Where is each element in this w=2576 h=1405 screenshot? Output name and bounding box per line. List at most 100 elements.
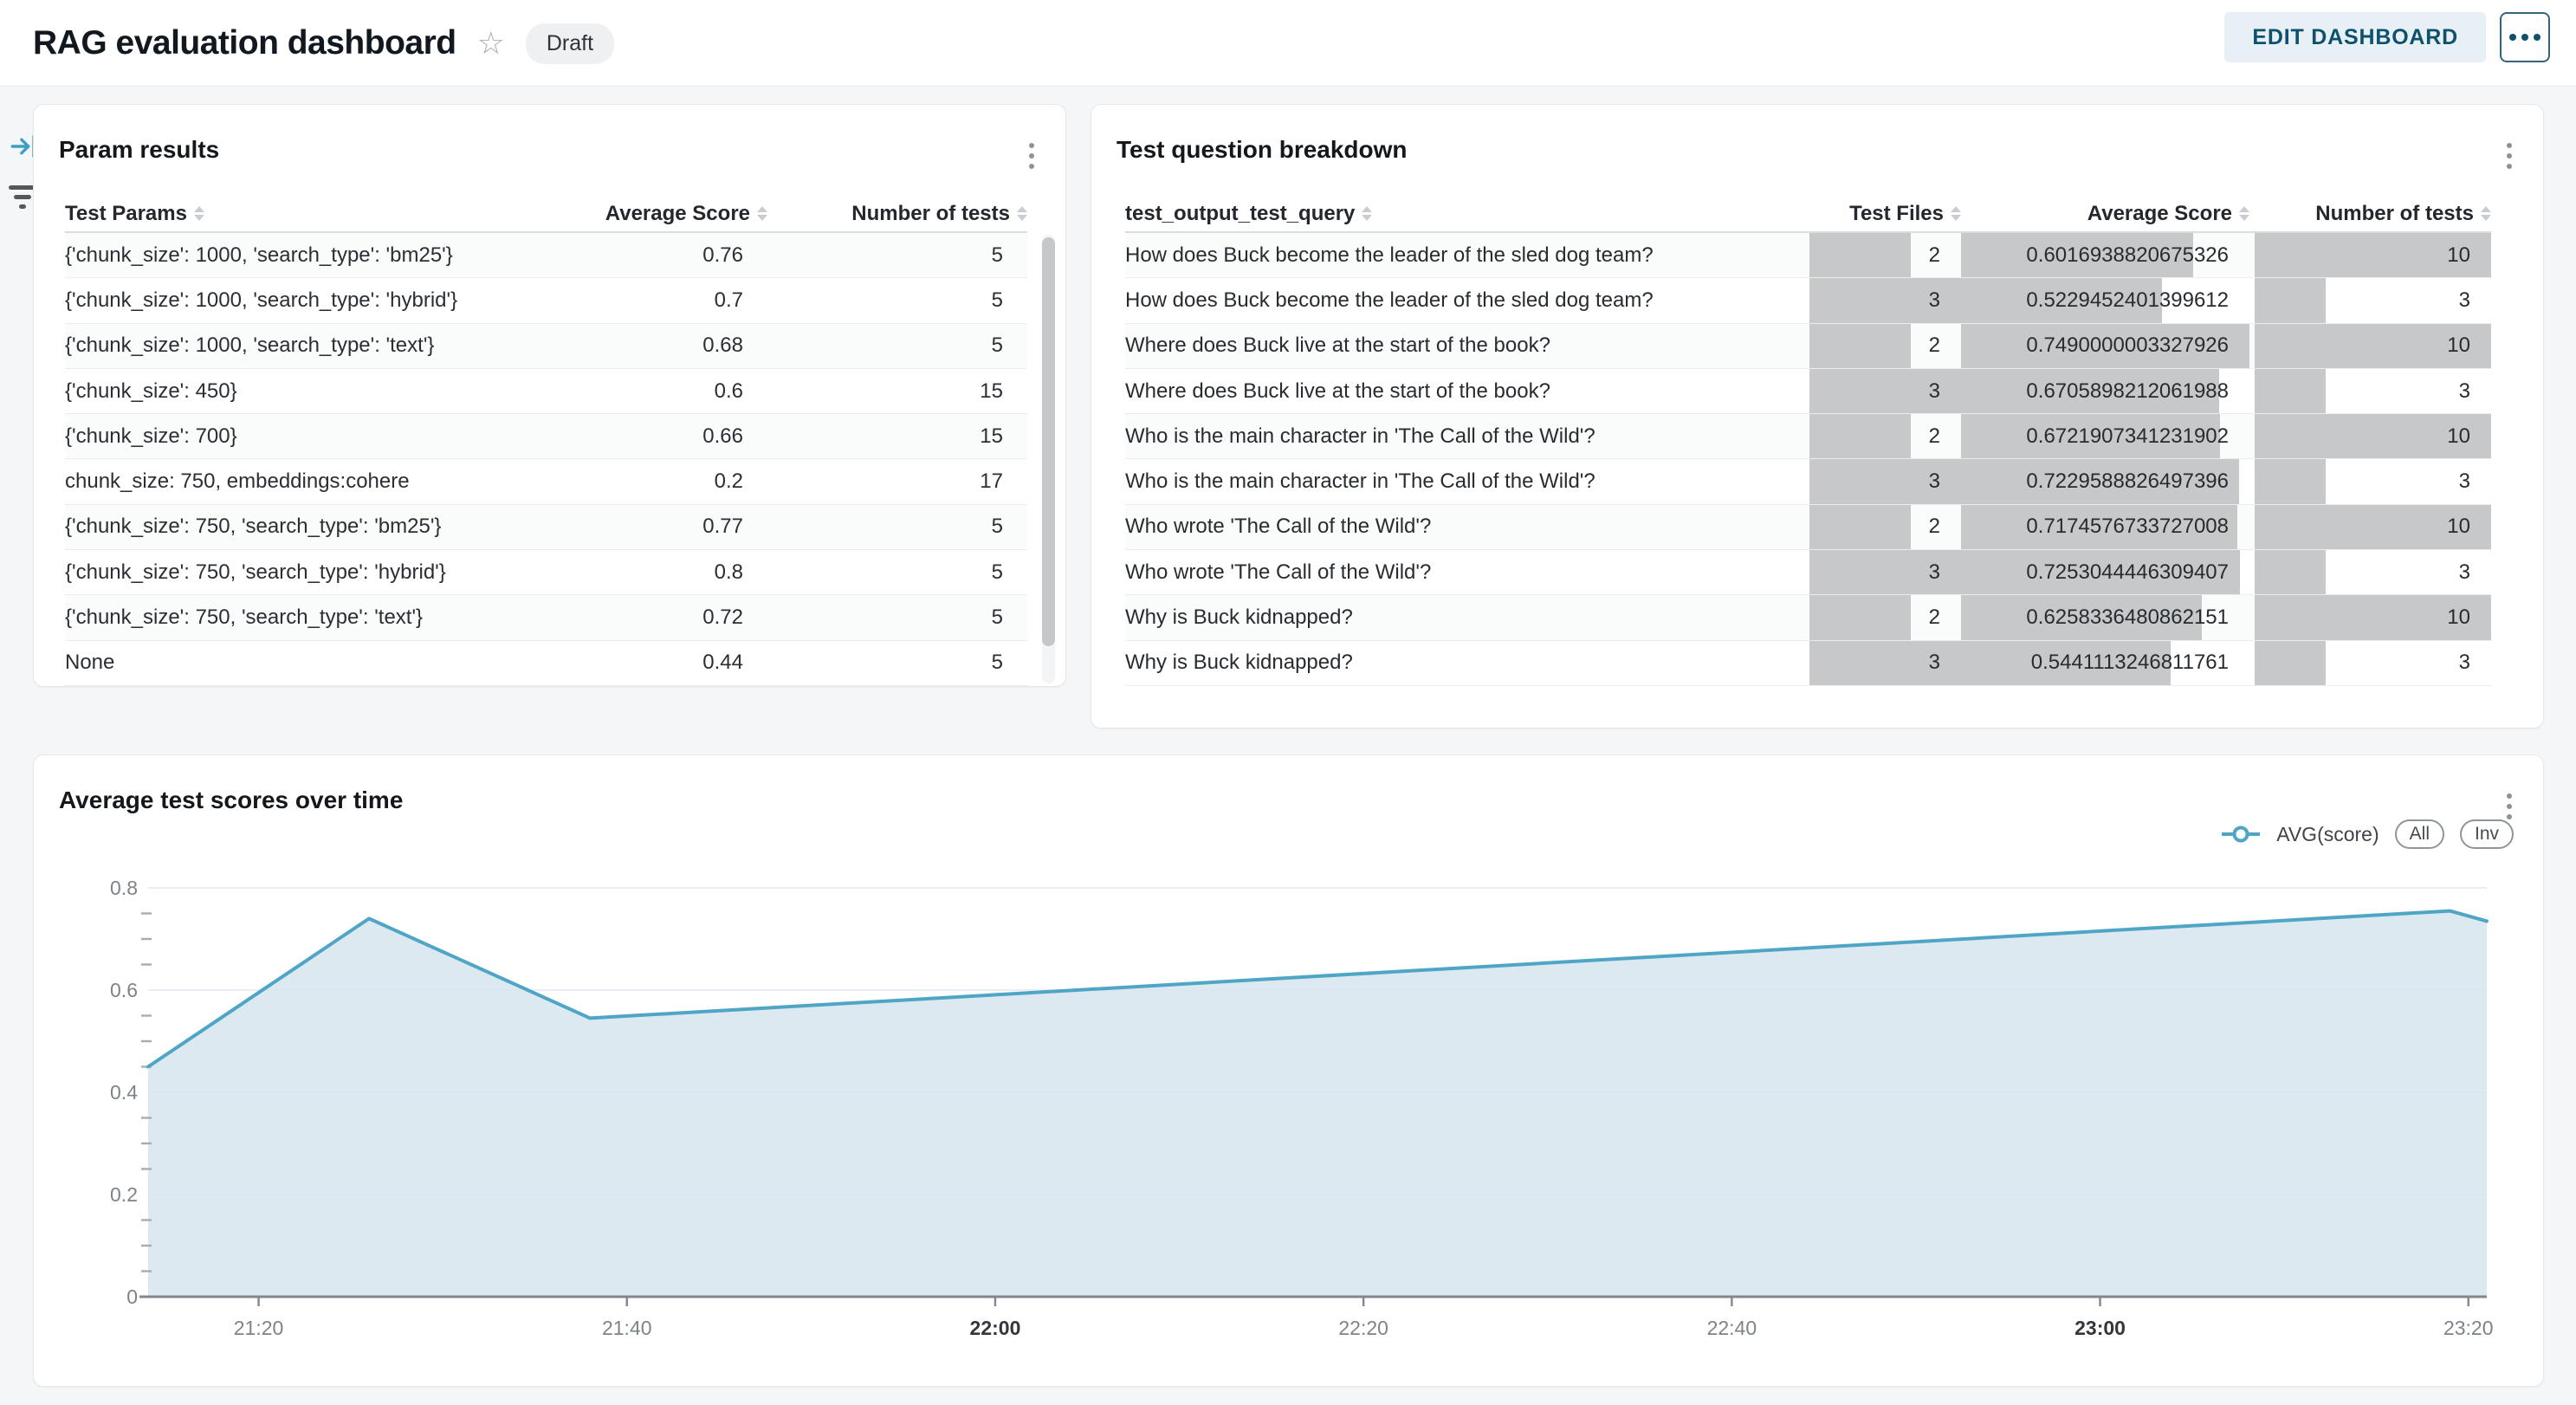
cell-bar	[1809, 233, 1911, 277]
sort-icon[interactable]	[1017, 206, 1027, 221]
cell-value: 0.7229588826497396	[2026, 469, 2229, 494]
cell-value: 10	[2447, 243, 2470, 268]
chart-legend: AVG(score) All Inv	[2221, 819, 2514, 849]
kebab-menu-icon[interactable]	[2503, 139, 2515, 172]
cell-value: 2	[1929, 243, 1940, 268]
legend-inv-button[interactable]: Inv	[2460, 819, 2514, 849]
cell-test-query: How does Buck become the leader of the s…	[1125, 233, 1809, 277]
cell-average-score: 0.6	[525, 379, 767, 404]
cell-value: 0.7490000003327926	[2026, 333, 2229, 358]
cell-number-of-tests: 3	[2249, 459, 2491, 503]
sort-icon[interactable]	[1362, 206, 1372, 221]
cell-value: 3	[1929, 469, 1940, 494]
sort-icon[interactable]	[2239, 206, 2249, 221]
sort-icon[interactable]	[757, 206, 767, 221]
table-row: Who wrote 'The Call of the Wild'?20.7174…	[1125, 505, 2491, 550]
cell-test-query: Why is Buck kidnapped?	[1125, 641, 1809, 685]
cell-average-score: 0.6705898212061988	[1961, 369, 2249, 413]
cell-test-query: Where does Buck live at the start of the…	[1125, 369, 1809, 413]
card-title: Test question breakdown	[1116, 136, 1408, 164]
card-title: Average test scores over time	[59, 787, 403, 814]
cell-test-files: 2	[1809, 595, 1961, 639]
line-chart[interactable]: 00.20.40.60.821:2021:4022:0022:2022:4023…	[34, 855, 2545, 1370]
cell-value: 3	[2459, 288, 2470, 313]
ellipsis-dot	[2521, 34, 2528, 41]
column-header-average-score[interactable]: Average Score	[525, 202, 767, 226]
cell-value: 2	[1929, 605, 1940, 630]
more-options-button[interactable]	[2500, 12, 2550, 62]
avg-scores-chart-card: Average test scores over time AVG(score)…	[33, 754, 2544, 1387]
y-axis-label: 0.6	[110, 979, 138, 1001]
kebab-menu-icon[interactable]	[2503, 790, 2515, 823]
legend-all-button[interactable]: All	[2395, 819, 2444, 849]
column-label: Test Files	[1849, 202, 1944, 226]
table-row: {'chunk_size': 450}0.615	[65, 369, 1027, 414]
kebab-menu-icon[interactable]	[1026, 139, 1038, 172]
table-row: Who wrote 'The Call of the Wild'?30.7253…	[1125, 550, 2491, 595]
edit-dashboard-button[interactable]: EDIT DASHBOARD	[2224, 12, 2486, 62]
cell-number-of-tests: 3	[2249, 641, 2491, 685]
cell-bar	[1809, 324, 1911, 368]
cell-value: 3	[1929, 560, 1940, 585]
cell-test-params: {'chunk_size': 1000, 'search_type': 'tex…	[65, 333, 525, 358]
page-title: RAG evaluation dashboard	[33, 24, 456, 62]
sort-icon[interactable]	[1951, 206, 1961, 221]
column-header-number-of-tests[interactable]: Number of tests	[2249, 202, 2491, 226]
table-row: Where does Buck live at the start of the…	[1125, 369, 2491, 414]
cell-test-params: None	[65, 651, 525, 675]
cell-average-score: 0.7490000003327926	[1961, 324, 2249, 368]
cell-number-of-tests: 10	[2249, 595, 2491, 639]
column-header-test-params[interactable]: Test Params	[65, 202, 525, 226]
cell-test-files: 3	[1809, 369, 1961, 413]
cell-value: 2	[1929, 333, 1940, 358]
ellipsis-dot	[2534, 34, 2540, 41]
cell-value: 0.6258336480862151	[2026, 605, 2229, 630]
cell-test-params: {'chunk_size': 750, 'search_type': 'hybr…	[65, 560, 525, 585]
cell-number-of-tests: 3	[2249, 550, 2491, 594]
cell-value: 10	[2447, 424, 2470, 449]
cell-test-params: chunk_size: 750, embeddings:cohere	[65, 469, 525, 494]
cell-number-of-tests: 10	[2249, 505, 2491, 549]
cell-number-of-tests: 3	[2249, 369, 2491, 413]
column-label: test_output_test_query	[1125, 202, 1355, 226]
column-header-number-of-tests[interactable]: Number of tests	[767, 202, 1027, 226]
column-header-average-score[interactable]: Average Score	[1961, 202, 2249, 226]
cell-value: 10	[2447, 605, 2470, 630]
cell-test-query: Who wrote 'The Call of the Wild'?	[1125, 505, 1809, 549]
column-label: Number of tests	[851, 202, 1010, 226]
cell-average-score: 0.7174576733727008	[1961, 505, 2249, 549]
cell-number-of-tests: 10	[2249, 414, 2491, 458]
cell-test-files: 3	[1809, 459, 1961, 503]
table-row: Who is the main character in 'The Call o…	[1125, 459, 2491, 504]
column-header-test-output-test-query[interactable]: test_output_test_query	[1125, 202, 1809, 226]
cell-value: 3	[2459, 469, 2470, 494]
param-table: Test Params Average Score Number of test…	[65, 196, 1027, 686]
cell-average-score: 0.77	[525, 515, 767, 539]
cell-value: 3	[2459, 651, 2470, 675]
x-axis-label: 22:40	[1707, 1317, 1757, 1339]
x-axis-label: 22:00	[970, 1317, 1021, 1339]
cell-value: 3	[1929, 379, 1940, 404]
cell-bar	[1809, 414, 1911, 458]
x-axis-label: 21:40	[602, 1317, 652, 1339]
legend-series-label[interactable]: AVG(score)	[2276, 823, 2379, 846]
scrollbar-thumb[interactable]	[1042, 237, 1055, 646]
sort-icon[interactable]	[2481, 206, 2491, 221]
column-header-test-files[interactable]: Test Files	[1809, 202, 1961, 226]
sort-icon[interactable]	[194, 206, 204, 221]
status-badge: Draft	[526, 23, 614, 64]
x-axis-label: 23:00	[2074, 1317, 2126, 1339]
cell-test-query: Who wrote 'The Call of the Wild'?	[1125, 550, 1809, 594]
cell-average-score: 0.72	[525, 605, 767, 630]
table-row: How does Buck become the leader of the s…	[1125, 278, 2491, 323]
cell-value: 0.7174576733727008	[2026, 515, 2229, 539]
cell-test-files: 3	[1809, 641, 1961, 685]
y-axis-label: 0	[126, 1285, 138, 1308]
cell-bar	[2255, 459, 2326, 503]
scrollbar-track[interactable]	[1042, 235, 1055, 683]
breakdown-table: test_output_test_query Test Files Averag…	[1125, 196, 2491, 686]
ellipsis-dot	[2509, 34, 2516, 41]
cell-average-score: 0.7229588826497396	[1961, 459, 2249, 503]
star-icon[interactable]: ☆	[477, 28, 505, 59]
cell-average-score: 0.6258336480862151	[1961, 595, 2249, 639]
